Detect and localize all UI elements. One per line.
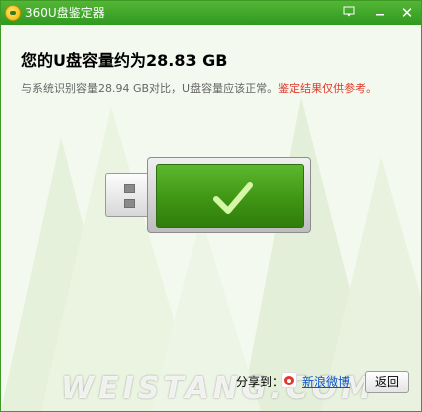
capacity-comparison-text: 与系统识别容量28.94 GB对比，U盘容量应该正常。 [21, 82, 279, 95]
close-icon[interactable]: ✕ [397, 5, 417, 21]
usb-plug [105, 173, 153, 217]
background-trees [1, 97, 421, 411]
app-window: 360U盘鉴定器 ✕ 您的U盘容量约为28.83 GB 与系统识别容量28.94… [0, 0, 422, 412]
usb-body [147, 157, 311, 233]
title-bar: 360U盘鉴定器 ✕ [1, 1, 421, 25]
capacity-description: 与系统识别容量28.94 GB对比，U盘容量应该正常。鉴定结果仅供参考。 [21, 80, 377, 96]
minimize-icon[interactable] [370, 5, 390, 21]
weibo-icon[interactable] [281, 372, 297, 388]
usb-status-panel [156, 164, 304, 228]
capacity-headline: 您的U盘容量约为28.83 GB [21, 51, 228, 70]
usb-drive-illustration [105, 157, 311, 233]
checkmark-icon [213, 182, 253, 214]
menu-icon[interactable] [339, 5, 359, 21]
share-label: 分享到： [236, 375, 285, 389]
window-title: 360U盘鉴定器 [25, 6, 105, 20]
back-button[interactable]: 返回 [365, 371, 409, 393]
share-weibo-link[interactable]: 新浪微博 [302, 373, 350, 390]
disclaimer-text: 鉴定结果仅供参考。 [278, 82, 378, 95]
app-logo-icon [5, 5, 21, 21]
